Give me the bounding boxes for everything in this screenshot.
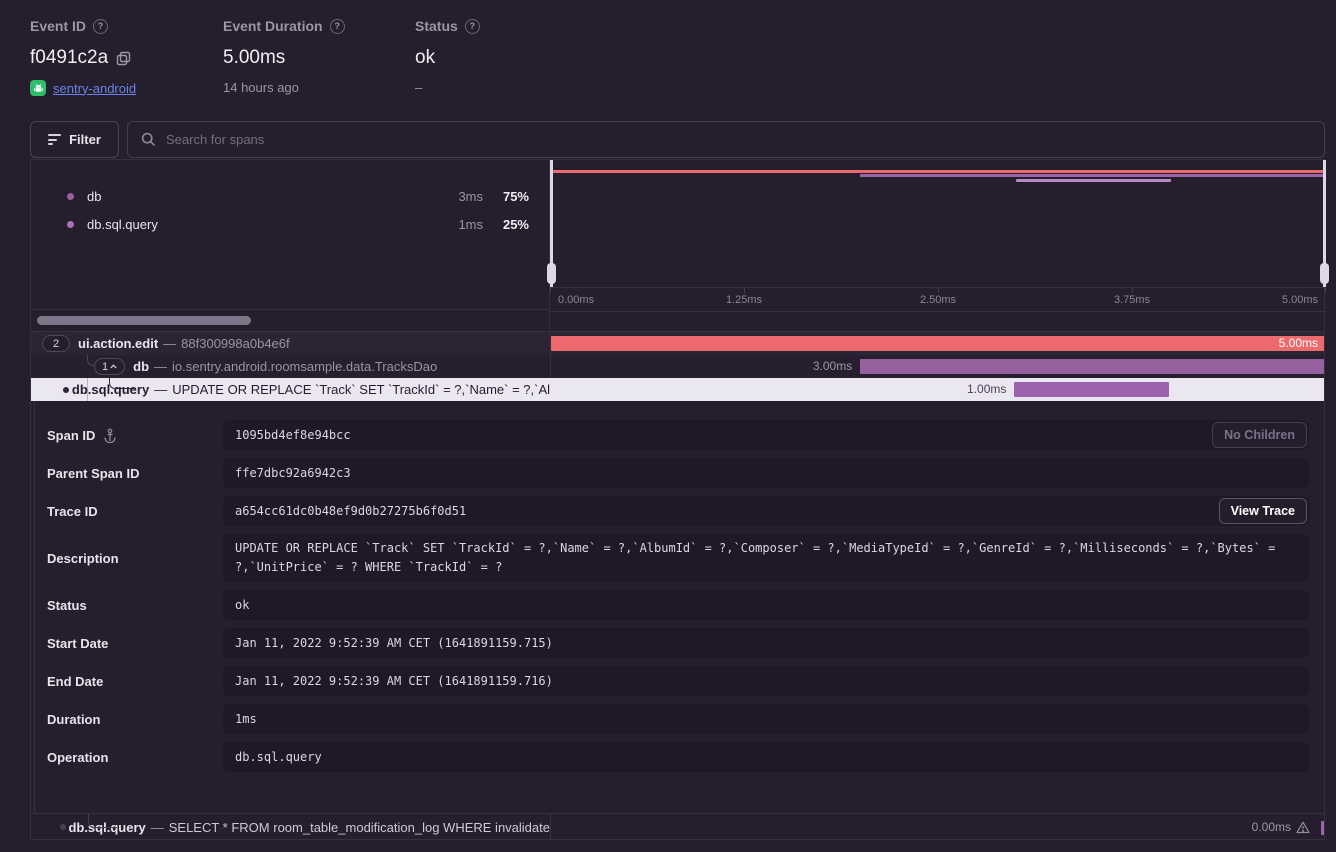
trace-id-value: a654cc61dc0b48ef9d0b27275b6f0d51 xyxy=(223,496,1309,526)
copy-icon[interactable] xyxy=(116,51,131,66)
span-row-db[interactable]: 1 db — io.sentry.android.roomsample.data… xyxy=(31,355,1324,378)
ops-breakdown: db 3ms 75% db.sql.query 1ms 25% xyxy=(31,160,550,309)
help-icon[interactable]: ? xyxy=(465,19,480,34)
span-bar[interactable] xyxy=(1014,382,1169,397)
span-row-ui-action-edit[interactable]: 2 ui.action.edit — 88f300998a0b4e6f 5.00… xyxy=(31,332,1324,355)
search-icon xyxy=(141,132,156,147)
span-duration: 5.00ms xyxy=(1279,336,1318,351)
span-detail-panel: Span ID 1095bd4ef8e94bcc No Children Par… xyxy=(31,401,1324,813)
operation-value: db.sql.query xyxy=(223,742,1309,772)
axis-tick-label: 1.25ms xyxy=(726,294,762,306)
status-detail-value: ok xyxy=(223,590,1309,620)
parent-span-id-value: ffe7dbc92a6942c3 xyxy=(223,458,1309,488)
ops-breakdown-row[interactable]: db.sql.query 1ms 25% xyxy=(31,210,549,238)
detail-row-span-id: Span ID 1095bd4ef8e94bcc No Children xyxy=(31,420,1324,450)
android-icon xyxy=(30,80,46,96)
warning-icon xyxy=(1296,821,1310,834)
minimap-axis: 0.00ms 1.25ms 2.50ms 3.75ms 5.00ms xyxy=(550,287,1326,311)
status-label: Status ? xyxy=(415,18,480,34)
ops-breakdown-row[interactable]: db 3ms 75% xyxy=(31,182,549,210)
minimap-chart[interactable] xyxy=(550,160,1326,287)
start-date-value: Jan 11, 2022 9:52:39 AM CET (1641891159.… xyxy=(223,628,1309,658)
minimap-right-handle[interactable] xyxy=(1323,160,1326,287)
search-input[interactable] xyxy=(166,132,1311,147)
leaf-bullet xyxy=(60,824,66,830)
detail-row-end-date: End Date Jan 11, 2022 9:52:39 AM CET (16… xyxy=(31,666,1324,696)
project-link[interactable]: sentry-android xyxy=(53,81,136,96)
span-search xyxy=(127,121,1325,158)
project-row: sentry-android xyxy=(30,80,136,96)
children-count-badge[interactable]: 1 xyxy=(94,358,125,375)
status-value: ok xyxy=(415,47,480,69)
detail-row-duration: Duration 1ms xyxy=(31,704,1324,734)
span-waterfall: 2 ui.action.edit — 88f300998a0b4e6f 5.00… xyxy=(31,331,1324,401)
filter-button[interactable]: Filter xyxy=(30,121,119,158)
sentry-trace-view: Event ID ? f0491c2a sentry-android Event… xyxy=(0,0,1336,852)
detail-row-start-date: Start Date Jan 11, 2022 9:52:39 AM CET (… xyxy=(31,628,1324,658)
minimap-span-line xyxy=(1016,179,1171,182)
span-row-db-sql-query-selected[interactable]: db.sql.query — UPDATE OR REPLACE `Track`… xyxy=(31,378,1324,401)
event-duration-label: Event Duration ? xyxy=(223,18,345,34)
axis-tick-label: 2.50ms xyxy=(920,294,956,306)
op-color-dot xyxy=(67,193,74,200)
detail-row-operation: Operation db.sql.query xyxy=(31,742,1324,772)
minimap-scroll-strip xyxy=(550,311,1326,331)
help-icon[interactable]: ? xyxy=(330,19,345,34)
span-bar[interactable] xyxy=(1321,821,1324,835)
minimap-span-line xyxy=(550,170,1326,173)
event-id-label: Event ID ? xyxy=(30,18,136,34)
span-duration: 1.00ms xyxy=(967,382,1006,397)
trace-panel: db 3ms 75% db.sql.query 1ms 25% xyxy=(30,159,1325,840)
trace-minimap: 0.00ms 1.25ms 2.50ms 3.75ms 5.00ms xyxy=(550,160,1326,331)
detail-row-parent-span-id: Parent Span ID ffe7dbc92a6942c3 xyxy=(31,458,1324,488)
view-trace-button[interactable]: View Trace xyxy=(1219,498,1307,524)
axis-tick-label: 3.75ms xyxy=(1114,294,1150,306)
status-empty: – xyxy=(415,80,480,95)
minimap-right-grip[interactable] xyxy=(1320,263,1329,284)
event-time-ago: 14 hours ago xyxy=(223,80,345,95)
detail-row-description: Description UPDATE OR REPLACE `Track` SE… xyxy=(31,534,1324,582)
description-value: UPDATE OR REPLACE `Track` SET `TrackId` … xyxy=(223,534,1309,582)
detail-row-status: Status ok xyxy=(31,590,1324,620)
status-column: Status ? ok – xyxy=(415,18,480,95)
event-duration-value: 5.00ms xyxy=(223,47,345,69)
span-duration: 0.00ms xyxy=(1252,820,1291,834)
minimap-left-grip[interactable] xyxy=(547,263,556,284)
axis-tick-label: 0.00ms xyxy=(558,294,594,306)
span-id-value: 1095bd4ef8e94bcc xyxy=(223,420,1309,450)
help-icon[interactable]: ? xyxy=(93,19,108,34)
span-row-db-sql-query-select[interactable]: db.sql.query — SELECT * FROM room_table_… xyxy=(31,813,1324,840)
scrollbar-thumb[interactable] xyxy=(37,316,251,325)
filter-icon xyxy=(48,134,61,145)
leaf-bullet xyxy=(63,387,69,393)
anchor-icon[interactable] xyxy=(103,428,117,443)
chevron-up-icon xyxy=(110,364,117,369)
detail-row-trace-id: Trace ID a654cc61dc0b48ef9d0b27275b6f0d5… xyxy=(31,496,1324,526)
span-bar[interactable] xyxy=(860,359,1324,374)
minimap-span-line xyxy=(860,174,1326,177)
no-children-button[interactable]: No Children xyxy=(1212,422,1307,448)
children-count-badge[interactable]: 2 xyxy=(42,335,70,352)
op-color-dot xyxy=(67,221,74,228)
minimap-left-handle[interactable] xyxy=(550,160,553,287)
duration-value: 1ms xyxy=(223,704,1309,734)
span-bar[interactable]: 5.00ms xyxy=(551,336,1324,351)
end-date-value: Jan 11, 2022 9:52:39 AM CET (1641891159.… xyxy=(223,666,1309,696)
event-id-value: f0491c2a xyxy=(30,47,136,69)
axis-tick-label: 5.00ms xyxy=(1282,294,1318,306)
event-duration-column: Event Duration ? 5.00ms 14 hours ago xyxy=(223,18,345,95)
event-id-column: Event ID ? f0491c2a sentry-android xyxy=(30,18,136,96)
horizontal-scrollbar[interactable] xyxy=(31,309,550,331)
span-duration: 3.00ms xyxy=(813,359,852,374)
